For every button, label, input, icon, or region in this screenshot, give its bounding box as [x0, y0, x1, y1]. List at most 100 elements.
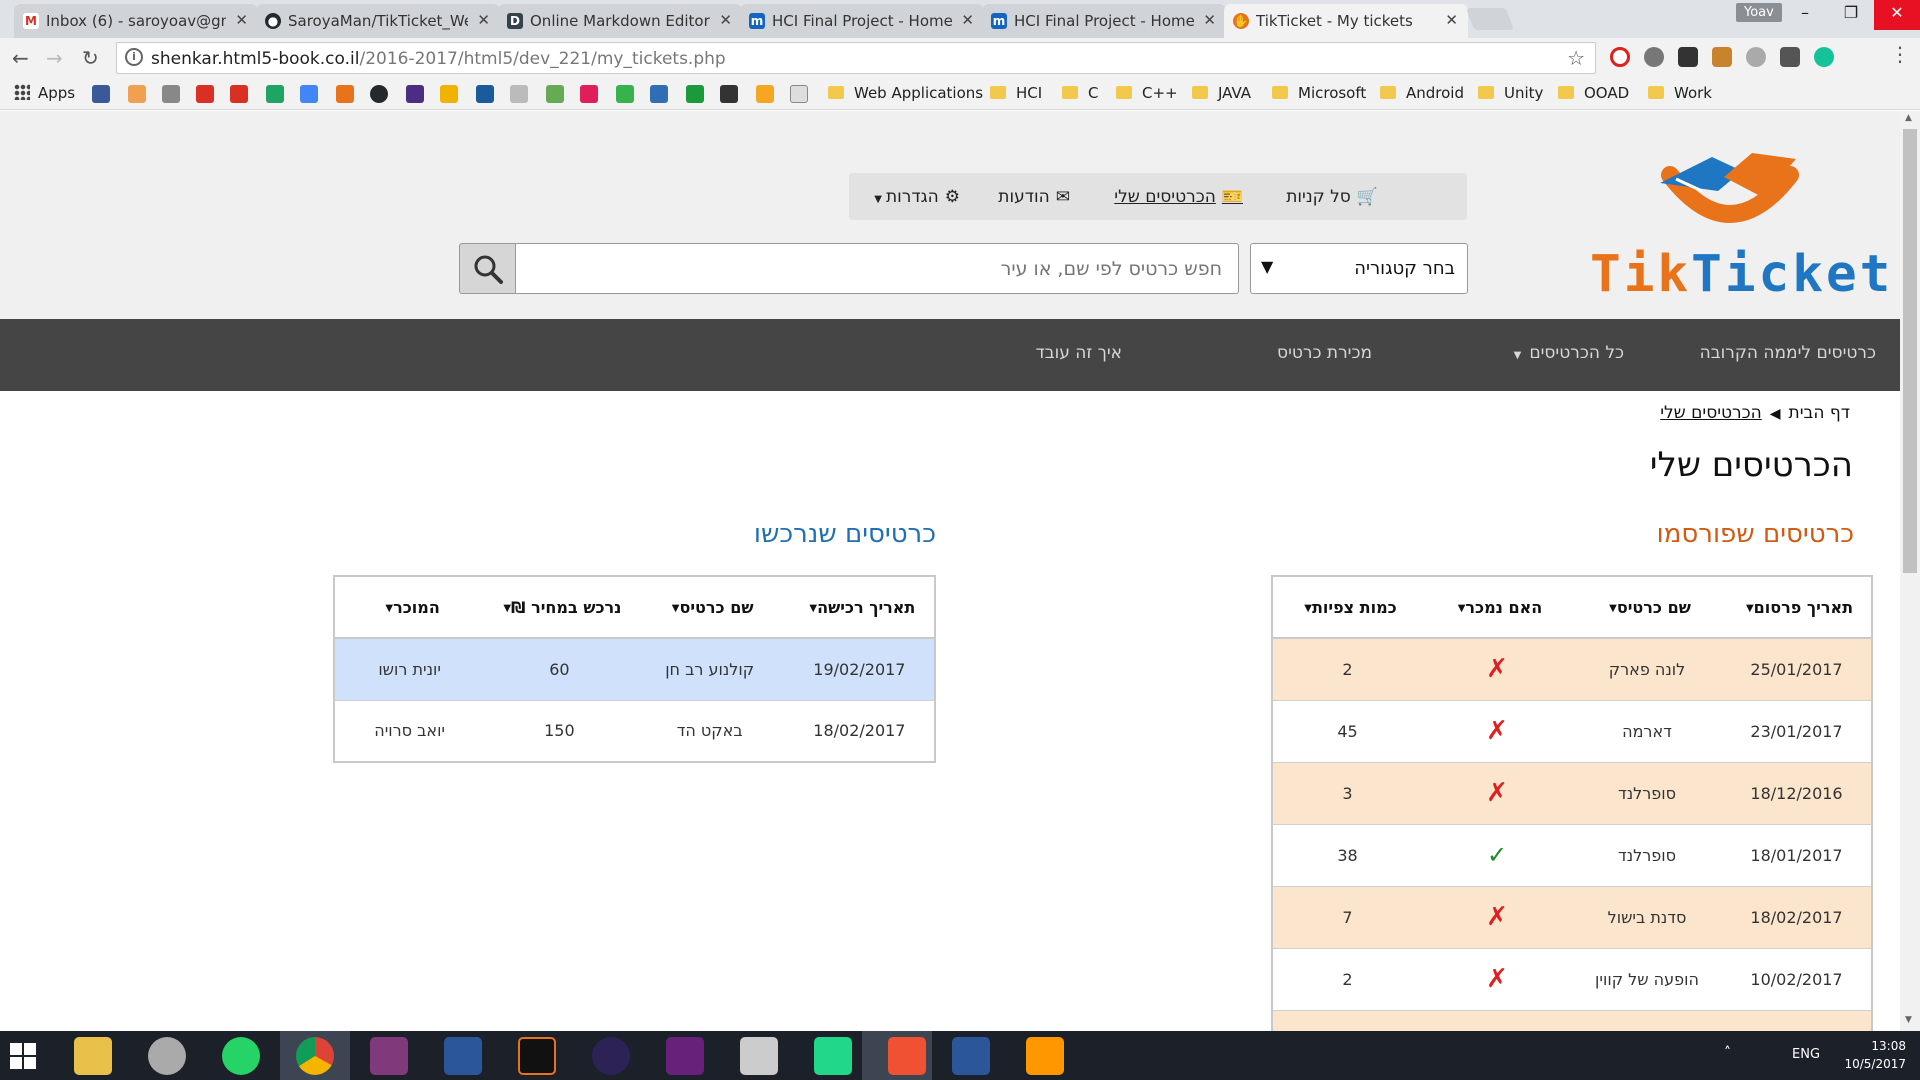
gmail-icon[interactable] — [230, 85, 248, 103]
close-tab-icon[interactable]: ✕ — [477, 11, 490, 29]
visio-icon[interactable] — [444, 1037, 482, 1075]
xampp-icon[interactable] — [336, 85, 354, 103]
table-row[interactable] — [1272, 1010, 1872, 1031]
file-explorer-icon[interactable] — [74, 1037, 112, 1075]
bookmark-folder[interactable]: Work — [1648, 84, 1712, 102]
bookmark-folder[interactable]: C — [1062, 84, 1098, 102]
tab-hci-project-1[interactable]: m HCI Final Project - Home ✕ — [740, 4, 984, 38]
col-header-sold[interactable]: האם נמכר▼ — [1422, 576, 1572, 639]
url-text[interactable]: shenkar.html5-book.co.il/2016-2017/html5… — [151, 49, 726, 69]
d-icon[interactable] — [406, 85, 424, 103]
bookmark-folder[interactable]: Android — [1380, 84, 1464, 102]
chrome-menu-icon[interactable]: ⋮ — [1890, 42, 1910, 66]
bookmark-folder[interactable]: C++ — [1116, 84, 1178, 102]
bookmark-folder[interactable]: Web Applications — [828, 84, 983, 102]
eclipse-icon[interactable] — [592, 1037, 630, 1075]
tab-tikticket[interactable]: ✋ TikTicket - My tickets ✕ — [1224, 4, 1468, 38]
incognito-extension-icon[interactable] — [1678, 47, 1698, 67]
bookmark-icon[interactable] — [440, 85, 458, 103]
table-row[interactable]: 18/02/2017 סדנת בישול ✗ 7 — [1272, 886, 1872, 949]
bus-icon[interactable] — [720, 85, 738, 103]
sublime-text-icon[interactable] — [1026, 1037, 1064, 1075]
my-tickets-link[interactable]: 🎫הכרטיסים שלי — [1114, 187, 1243, 207]
chrome-icon[interactable] — [296, 1037, 334, 1075]
scrollbar-thumb[interactable] — [1903, 129, 1917, 573]
tray-expand-icon[interactable]: ˄ — [1724, 1045, 1731, 1061]
recycle-extension-icon[interactable] — [1644, 47, 1664, 67]
play-icon[interactable] — [476, 85, 494, 103]
whatsapp-icon[interactable] — [222, 1037, 260, 1075]
address-bar[interactable]: i shenkar.html5-book.co.il/2016-2017/htm… — [116, 42, 1596, 74]
scissors-icon[interactable] — [546, 85, 564, 103]
nav-upcoming-tickets[interactable]: כרטיסים ליממה הקרובה — [1700, 343, 1876, 363]
opera-extension-icon[interactable] — [1610, 47, 1630, 67]
col-header-views[interactable]: כמות צפיות▼ — [1272, 576, 1422, 639]
window-user-badge[interactable]: Yoav — [1736, 3, 1782, 22]
tab-markdown-editor[interactable]: D Online Markdown Editor ✕ — [498, 4, 742, 38]
language-indicator[interactable]: ENG — [1792, 1047, 1820, 1062]
unity-icon[interactable] — [740, 1037, 778, 1075]
search-input[interactable] — [514, 243, 1239, 294]
google-translate-icon[interactable] — [300, 85, 318, 103]
scroll-down-icon[interactable]: ▼ — [1905, 1015, 1912, 1025]
slack-icon[interactable] — [580, 85, 598, 103]
windows-start-icon[interactable] — [10, 1043, 36, 1069]
tikticket-logo[interactable]: TikTicket — [1582, 135, 1890, 315]
new-tab-button[interactable] — [1465, 8, 1515, 30]
table-row[interactable]: 18/12/2016 סופרלנד ✗ 3 — [1272, 762, 1872, 825]
messages-link[interactable]: ✉הודעות — [998, 187, 1070, 207]
table-row[interactable]: 19/02/2017 קולנוע רב חן 60 יונית רושו — [334, 638, 935, 701]
col-header-ticket-name[interactable]: שם כרטיס▼ — [1572, 576, 1722, 639]
moodle-icon[interactable] — [128, 85, 146, 103]
money-icon[interactable] — [686, 85, 704, 103]
r-icon[interactable] — [650, 85, 668, 103]
close-window-icon[interactable]: ✕ — [1874, 0, 1920, 30]
intellij-icon[interactable] — [518, 1037, 556, 1075]
reload-icon[interactable]: ↻ — [82, 46, 99, 70]
close-tab-icon[interactable]: ✕ — [235, 11, 248, 29]
info-icon[interactable]: i — [125, 48, 143, 66]
apps-shortcut[interactable]: Apps — [14, 84, 75, 102]
clock[interactable]: 13:08 10/5/2017 — [1840, 1037, 1906, 1073]
table-row[interactable]: 25/01/2017 לונה פארק ✗ 2 — [1272, 638, 1872, 701]
col-header-ticket-name[interactable]: שם כרטיס▼ — [634, 576, 785, 639]
word-icon[interactable] — [952, 1037, 990, 1075]
close-tab-icon[interactable]: ✕ — [961, 11, 974, 29]
bookmark-folder[interactable]: Unity — [1478, 84, 1543, 102]
cart-link[interactable]: 🛒סל קניות — [1286, 187, 1378, 207]
bookmark-folder[interactable]: Microsoft — [1272, 84, 1366, 102]
cloud-extension-icon[interactable] — [1746, 47, 1766, 67]
page-scrollbar[interactable]: ▲ ▼ — [1900, 111, 1920, 1031]
back-icon[interactable]: ← — [12, 46, 29, 70]
calculator-icon[interactable] — [790, 85, 808, 103]
nav-all-tickets[interactable]: כל הכרטיסים ▼ — [1514, 343, 1624, 363]
table-row[interactable]: 18/02/2017 באקט הד 150 יואב סרויה — [334, 700, 935, 763]
ruler-extension-icon[interactable] — [1712, 47, 1732, 67]
close-tab-icon[interactable]: ✕ — [719, 11, 732, 29]
bookmark-icon[interactable] — [510, 85, 528, 103]
bookmark-icon[interactable] — [162, 85, 180, 103]
close-tab-icon[interactable]: ✕ — [1445, 11, 1458, 29]
breadcrumb-current[interactable]: הכרטיסים שלי — [1660, 403, 1762, 423]
col-header-price[interactable]: נרכש במחיר ₪▼ — [484, 576, 635, 639]
breadcrumb-home[interactable]: דף הבית — [1789, 403, 1850, 423]
phpstorm-icon[interactable] — [814, 1037, 852, 1075]
google-drive-icon[interactable] — [266, 85, 284, 103]
firebase-icon[interactable] — [756, 85, 774, 103]
u-icon[interactable] — [616, 85, 634, 103]
category-select[interactable]: בחר קטגוריה ▼ — [1250, 243, 1468, 294]
eyedropper-extension-icon[interactable] — [1780, 47, 1800, 67]
forward-icon[interactable]: → — [46, 46, 63, 70]
bookmark-folder[interactable]: JAVA — [1192, 84, 1251, 102]
col-header-publish-date[interactable]: תאריך פרסום▼ — [1722, 576, 1872, 639]
table-row[interactable]: 18/01/2017 סופרלנד ✓ 38 — [1272, 824, 1872, 887]
nav-sell-ticket[interactable]: מכירת כרטיס — [1277, 343, 1372, 363]
bookmark-folder[interactable]: HCI — [990, 84, 1042, 102]
col-header-seller[interactable]: המוכר▼ — [334, 576, 485, 639]
tab-hci-project-2[interactable]: m HCI Final Project - Home ✕ — [982, 4, 1226, 38]
maximize-icon[interactable]: ❐ — [1828, 0, 1874, 30]
git-icon[interactable] — [888, 1037, 926, 1075]
paint-icon[interactable] — [148, 1037, 186, 1075]
settings-link[interactable]: ⚙הגדרות▼ — [874, 187, 960, 207]
tab-gmail[interactable]: M Inbox (6) - saroyoav@gm ✕ — [14, 4, 258, 38]
